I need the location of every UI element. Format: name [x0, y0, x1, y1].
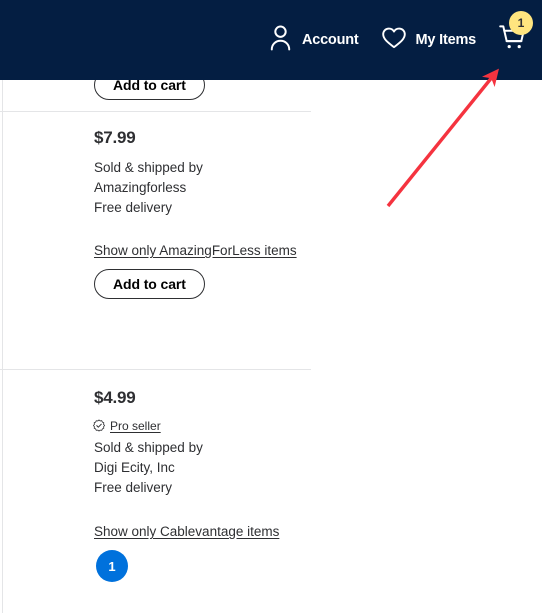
offer-price: $7.99: [94, 128, 136, 147]
header-nav: Account My Items 1: [268, 0, 533, 80]
app-root: Add to cart $7.99 Sold & shipped by Amaz…: [0, 0, 542, 613]
nav-item-account[interactable]: Account: [268, 17, 359, 63]
sold-shipped-by-label: Sold & shipped by: [94, 160, 203, 175]
pro-seller-badge[interactable]: Pro seller: [92, 417, 161, 435]
seller-name: Digi Ecity, Inc: [94, 460, 175, 475]
nav-item-my-items[interactable]: My Items: [381, 17, 476, 63]
delivery-text: Free delivery: [94, 200, 173, 215]
nav-item-account-label: Account: [301, 32, 359, 48]
account-person-icon: [268, 24, 293, 56]
cart-button[interactable]: 1: [498, 11, 533, 56]
offer-price: $4.99: [94, 388, 136, 407]
pro-seller-label[interactable]: Pro seller: [110, 417, 161, 435]
show-only-seller-items-link[interactable]: Show only AmazingForLess items: [94, 242, 297, 260]
sold-shipped-by-label: Sold & shipped by: [94, 440, 203, 455]
content-left-border: [2, 80, 3, 613]
site-header: Account My Items 1: [0, 0, 542, 80]
offer-divider-1: [0, 111, 311, 112]
delivery-text: Free delivery: [94, 480, 173, 495]
seller-name: Amazingforless: [94, 180, 187, 195]
verified-badge-check-icon: [92, 419, 106, 433]
heart-icon: [381, 26, 407, 55]
show-only-seller-items-link[interactable]: Show only Cablevantage items: [94, 523, 279, 541]
quantity-badge[interactable]: 1: [96, 550, 128, 582]
nav-item-my-items-label: My Items: [415, 32, 477, 48]
offer-divider-2: [0, 369, 311, 370]
cart-badge-count: 1: [509, 11, 533, 35]
product-offers-page: Add to cart $7.99 Sold & shipped by Amaz…: [0, 0, 542, 613]
add-to-cart-button[interactable]: Add to cart: [94, 269, 205, 299]
